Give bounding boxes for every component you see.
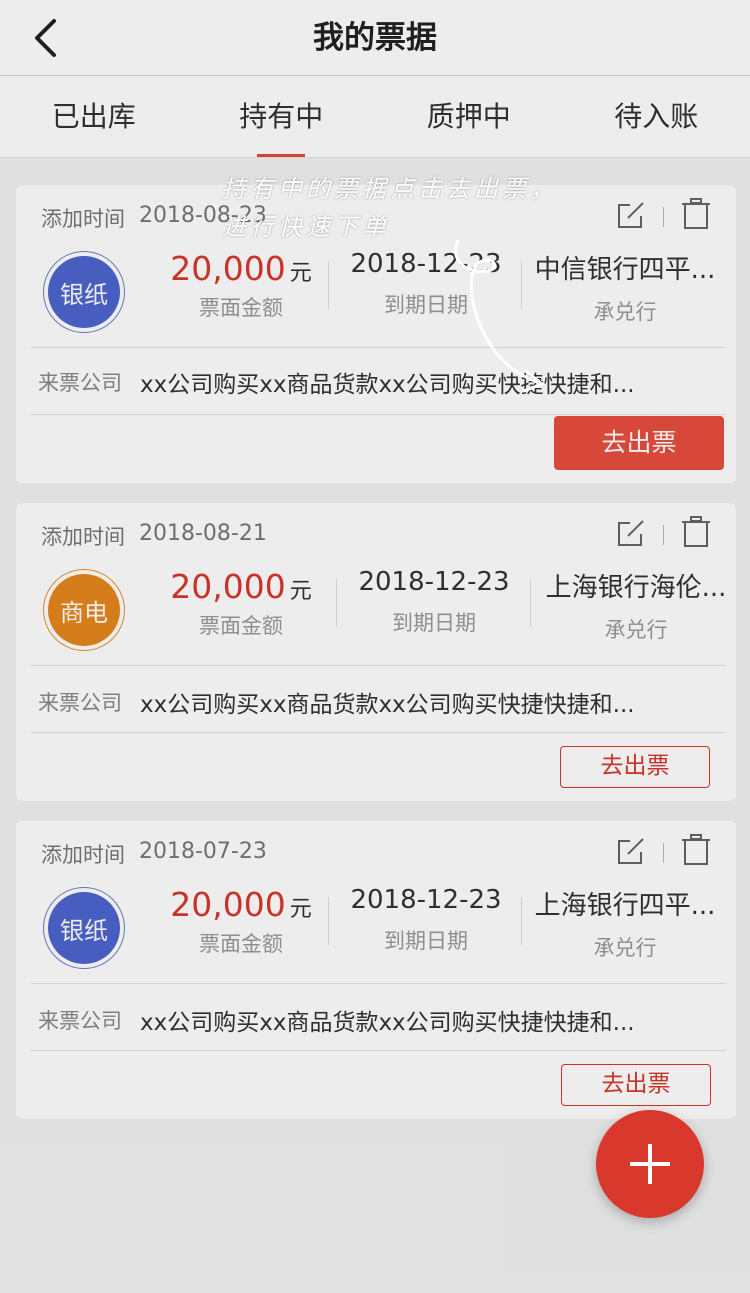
plus-icon [630,1144,670,1184]
chevron-left-icon [35,19,56,57]
bill-type-label: 商电 [48,574,120,646]
divider [31,1050,726,1051]
due-date: 2018-12-23 到期日期 [336,885,516,955]
icon-divider [663,843,664,863]
amount-value: 20,000 [170,885,286,924]
trash-icon[interactable] [680,833,712,867]
due-date-label: 到期日期 [384,929,468,953]
icon-divider [663,525,664,545]
add-bill-button[interactable] [596,1110,704,1218]
bill-type-badge: 商电 [43,569,125,651]
added-time: 添加时间 2018-08-21 [41,521,267,551]
trash-icon[interactable] [680,515,712,549]
source-company-label: 来票公司 [38,371,122,395]
amount-label: 票面金额 [199,614,283,638]
column-divider [530,579,531,627]
source-company: 来票公司 xx公司购买xx商品货款xx公司购买快捷快捷和... [38,1003,635,1037]
column-divider [328,261,329,309]
added-time-label: 添加时间 [41,525,125,549]
amount-unit: 元 [289,579,312,604]
tab-pledged[interactable]: 质押中 [375,76,563,157]
tab-out-of-stock[interactable]: 已出库 [0,76,188,157]
added-time-value: 2018-08-21 [139,521,267,546]
acceptor-bank-value: 上海银行四平... [534,891,716,921]
issue-bill-button[interactable]: 去出票 [560,746,710,788]
face-amount: 20,000 元 票面金额 [156,249,326,322]
curved-arrow-icon [453,239,544,393]
amount-unit: 元 [289,261,312,286]
issue-bill-button[interactable]: 去出票 [554,416,724,470]
face-amount: 20,000 元 票面金额 [156,885,326,958]
bill-type-label: 银纸 [48,892,120,964]
column-divider [328,897,329,945]
page-title: 我的票据 [313,20,437,56]
tab-pending-entry[interactable]: 待入账 [563,76,750,157]
edit-icon[interactable] [615,517,647,549]
bill-card[interactable]: 添加时间 2018-07-23 银纸 20,000 元 票面金额 2018-12-… [16,821,736,1119]
acceptor-bank-label: 承兑行 [593,936,657,960]
source-company-label: 来票公司 [38,1009,122,1033]
added-time-label: 添加时间 [41,207,125,231]
icon-divider [663,207,664,227]
amount-label: 票面金额 [199,296,283,320]
column-divider [336,579,337,627]
added-time-label: 添加时间 [41,843,125,867]
due-date: 2018-12-23 到期日期 [344,567,524,637]
issue-bill-button[interactable]: 去出票 [561,1064,711,1106]
amount-label: 票面金额 [199,932,283,956]
added-time: 添加时间 2018-07-23 [41,839,267,869]
acceptor-bank-value: 上海银行海伦... [545,573,727,603]
divider [31,983,726,984]
divider [31,347,726,348]
bill-type-label: 银纸 [48,256,120,328]
amount-value: 20,000 [170,567,286,606]
source-company: 来票公司 xx公司购买xx商品货款xx公司购买快捷快捷和... [38,685,635,719]
tab-bar: 已出库 持有中 质押中 待入账 [0,76,750,158]
back-button[interactable] [20,10,70,66]
face-amount: 20,000 元 票面金额 [156,567,326,640]
divider [31,665,726,666]
added-time-value: 2018-07-23 [139,839,267,864]
acceptor-bank: 上海银行四平... 承兑行 [528,885,722,962]
source-company-label: 来票公司 [38,691,122,715]
due-date-label: 到期日期 [392,611,476,635]
app-header: 我的票据 [0,0,750,76]
edit-icon[interactable] [615,835,647,867]
divider [31,414,726,415]
due-date-value: 2018-12-23 [350,885,502,915]
source-company-value: xx公司购买xx商品货款xx公司购买快捷快捷和... [140,1010,635,1036]
bill-type-badge: 银纸 [43,887,125,969]
source-company-value: xx公司购买xx商品货款xx公司购买快捷快捷和... [140,692,635,718]
tab-holding[interactable]: 持有中 [188,76,376,157]
column-divider [521,897,522,945]
edit-icon[interactable] [615,199,647,231]
acceptor-bank-label: 承兑行 [604,618,668,642]
acceptor-bank: 上海银行海伦... 承兑行 [536,567,736,644]
bill-type-badge: 银纸 [43,251,125,333]
amount-unit: 元 [289,897,312,922]
due-date-value: 2018-12-23 [358,567,510,597]
trash-icon[interactable] [680,197,712,231]
amount-value: 20,000 [170,249,286,288]
divider [31,732,726,733]
bill-card[interactable]: 添加时间 2018-08-21 商电 20,000 元 票面金额 2018-12-… [16,503,736,801]
